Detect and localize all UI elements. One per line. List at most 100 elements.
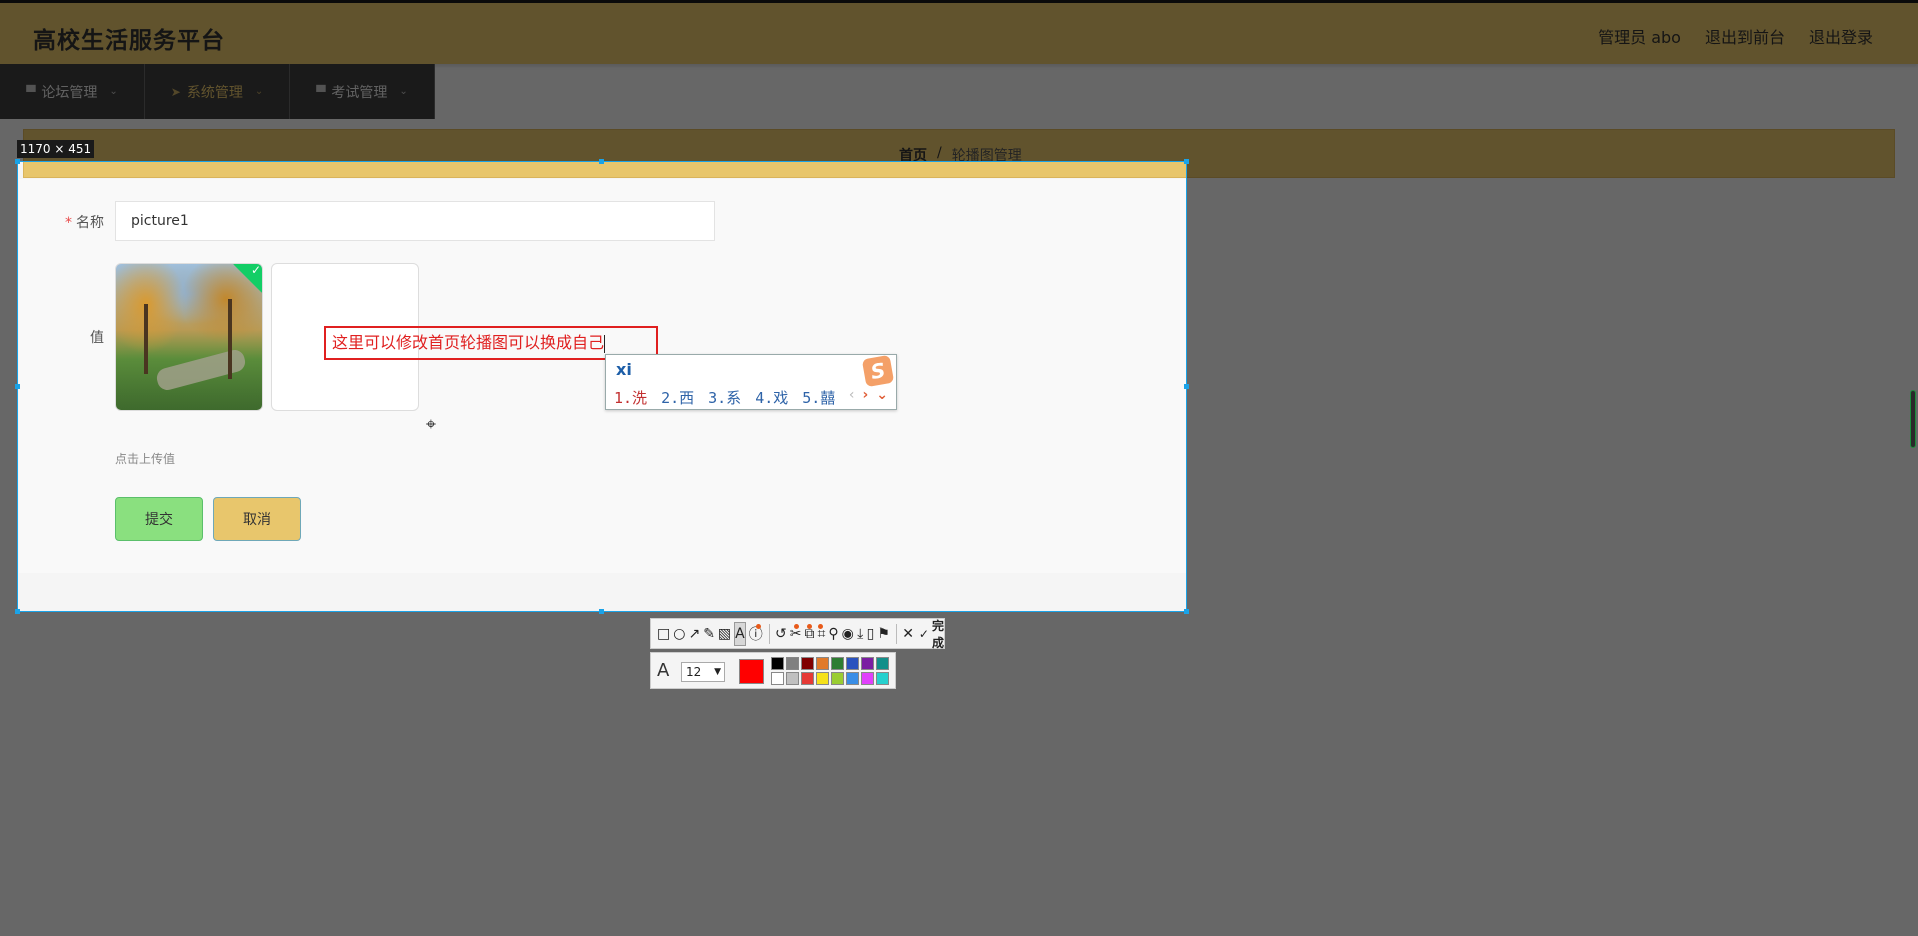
name-input[interactable]: picture1 — [115, 201, 715, 241]
resize-handle[interactable] — [599, 609, 604, 614]
menu-item-system[interactable]: ➤ 系统管理 ⌄ — [145, 64, 290, 119]
color-swatch[interactable] — [831, 657, 844, 670]
ime-candidate-list: 1.洗 2.西 3.系 4.戏 5.囍 — [614, 387, 835, 408]
image-tree-shape — [144, 304, 148, 374]
monitor-icon: ▀ — [316, 84, 326, 99]
scan-tool-icon[interactable]: ⌗ — [817, 622, 825, 646]
download-icon[interactable]: ⤓ — [857, 622, 864, 646]
check-icon: ✓ — [918, 626, 929, 641]
dim-overlay-right — [1187, 161, 1918, 612]
ime-candidate[interactable]: 3.系 — [708, 387, 741, 408]
font-size-select[interactable]: 12 ▼ — [681, 662, 725, 682]
chevron-down-icon: ⌄ — [399, 86, 408, 97]
resize-handle[interactable] — [15, 159, 20, 164]
color-swatch[interactable] — [876, 672, 889, 685]
ellipse-tool-icon[interactable]: ○ — [673, 622, 685, 646]
mobile-icon[interactable]: ▯ — [867, 622, 875, 646]
resize-handle[interactable] — [15, 609, 20, 614]
upload-success-icon: ✓ — [233, 264, 262, 293]
admin-user-label[interactable]: 管理员 abo — [1598, 24, 1681, 48]
ime-input-text: xi — [616, 360, 632, 379]
ime-candidate-window: xi S 1.洗 2.西 3.系 4.戏 5.囍 ‹ › ⌄ — [605, 354, 897, 410]
menu-item-exam[interactable]: ▀ 考试管理 ⌄ — [290, 64, 435, 119]
breadcrumb-current: 轮播图管理 — [951, 148, 1022, 164]
resize-handle[interactable] — [1184, 609, 1189, 614]
color-swatch[interactable] — [846, 672, 859, 685]
menu-item-label: 系统管理 — [186, 84, 243, 101]
bookmark-icon[interactable]: ⚑ — [877, 622, 890, 646]
color-palette — [771, 657, 889, 685]
color-swatch[interactable] — [846, 657, 859, 670]
color-swatch[interactable] — [786, 657, 799, 670]
crosshair-cursor-icon: ⌖ — [425, 414, 437, 435]
color-swatch[interactable] — [771, 657, 784, 670]
chevron-down-icon: ⌄ — [254, 86, 264, 97]
pencil-tool-icon[interactable]: ✎ — [703, 622, 715, 646]
arrow-tool-icon[interactable]: ↗ — [688, 622, 700, 646]
text-properties-bar: A 12 ▼ — [650, 652, 896, 689]
undo-icon[interactable]: ↺ — [775, 622, 787, 646]
mosaic-tool-icon[interactable]: ▧ — [718, 622, 731, 646]
monitor-icon: ▀ — [26, 84, 36, 99]
logout-link[interactable]: 退出登录 — [1809, 24, 1873, 48]
current-color-swatch[interactable] — [739, 659, 764, 684]
uploaded-image-thumbnail[interactable]: ✓ — [115, 263, 263, 411]
font-icon: A — [657, 660, 670, 681]
resize-handle[interactable] — [1184, 159, 1189, 164]
screenshot-toolbar: □ ○ ↗ ✎ ▧ A ⓘ ↺ ✂ ⧉ ⌗ ⚲ ◉ ⤓ ▯ ⚑ ✕ ✓ 完成 — [650, 617, 945, 651]
color-swatch[interactable] — [831, 672, 844, 685]
color-swatch[interactable] — [861, 672, 874, 685]
color-swatch[interactable] — [816, 672, 829, 685]
cancel-button[interactable]: 取消 — [213, 497, 301, 541]
exit-to-front-link[interactable]: 退出到前台 — [1705, 24, 1785, 48]
ime-nav: ‹ › ⌄ — [849, 387, 888, 403]
breadcrumb: 首页 / 轮播图管理 — [899, 145, 1022, 165]
selection-size-label: 1170 × 451 — [17, 140, 95, 158]
dim-overlay-bottom — [0, 612, 1918, 936]
color-swatch[interactable] — [816, 657, 829, 670]
image-path-shape — [154, 347, 248, 393]
header-links: 管理员 abo 退出到前台 退出登录 — [1598, 24, 1873, 48]
number-tool-icon[interactable]: ⓘ — [749, 622, 763, 646]
resize-handle[interactable] — [599, 159, 604, 164]
color-swatch[interactable] — [861, 657, 874, 670]
ocr-tool-icon[interactable]: ✂ — [790, 622, 801, 646]
submit-button[interactable]: 提交 — [115, 497, 203, 541]
image-tree-shape — [228, 299, 232, 379]
record-icon[interactable]: ◉ — [842, 622, 854, 646]
resize-handle[interactable] — [15, 384, 20, 389]
menu-item-label: 论坛管理 — [41, 84, 98, 101]
ime-candidate[interactable]: 2.西 — [661, 387, 694, 408]
text-tool-icon[interactable]: A — [734, 621, 746, 646]
pin-icon[interactable]: ⚲ — [828, 622, 838, 646]
ime-candidate[interactable]: 1.洗 — [614, 387, 647, 408]
resize-handle[interactable] — [1184, 384, 1189, 389]
color-swatch[interactable] — [801, 657, 814, 670]
translate-tool-icon[interactable]: ⧉ — [804, 622, 814, 646]
scrollbar-thumb[interactable] — [1910, 390, 1916, 448]
close-icon[interactable]: ✕ — [902, 622, 914, 646]
main-menu: ▀ 论坛管理 ⌄ ➤ 系统管理 ⌄ ▀ 考试管理 ⌄ — [0, 64, 435, 119]
site-title: 高校生活服务平台 — [33, 28, 225, 54]
color-swatch[interactable] — [786, 672, 799, 685]
value-label: 值 — [90, 330, 104, 346]
color-swatch[interactable] — [801, 672, 814, 685]
chevron-left-icon[interactable]: ‹ — [849, 387, 855, 403]
caret-down-icon: ▼ — [714, 667, 721, 677]
upload-hint: 点击上传值 — [115, 452, 176, 466]
chevron-down-icon[interactable]: ⌄ — [876, 387, 888, 403]
menu-item-forum[interactable]: ▀ 论坛管理 ⌄ — [0, 64, 145, 119]
menu-item-label: 考试管理 — [331, 84, 388, 101]
color-swatch[interactable] — [876, 657, 889, 670]
rectangle-tool-icon[interactable]: □ — [657, 622, 670, 646]
send-icon: ➤ — [170, 84, 181, 99]
breadcrumb-home[interactable]: 首页 — [899, 145, 927, 165]
color-swatch[interactable] — [771, 672, 784, 685]
done-button[interactable]: ✓ 完成 — [919, 617, 944, 651]
ime-candidate[interactable]: 4.戏 — [755, 387, 788, 408]
chevron-right-icon[interactable]: › — [862, 387, 868, 403]
breadcrumb-bar: 首页 / 轮播图管理 — [23, 129, 1895, 178]
ime-logo-icon: S — [861, 354, 895, 388]
text-cursor — [604, 334, 606, 353]
ime-candidate[interactable]: 5.囍 — [802, 387, 835, 408]
